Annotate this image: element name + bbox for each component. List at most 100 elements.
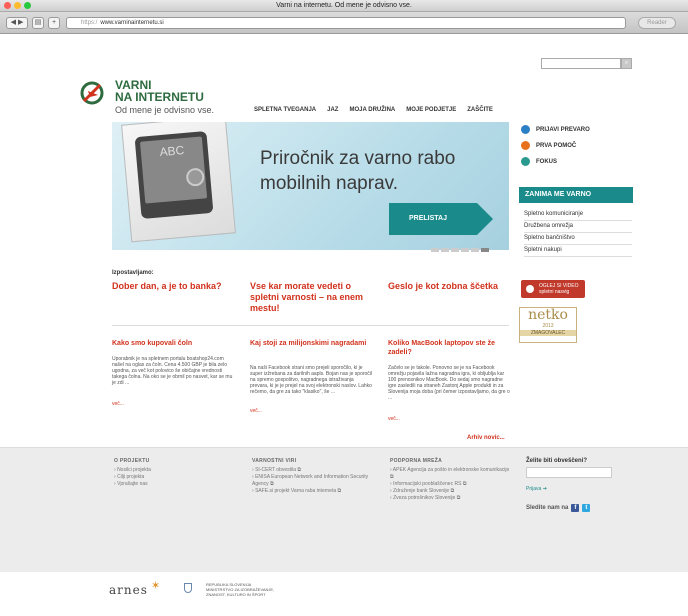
logo-icon[interactable] [80, 81, 108, 105]
article-title-3[interactable]: Koliko MacBook laptopov ste že zadeli? [388, 339, 510, 357]
divider [112, 325, 509, 326]
window-titlebar: Varni na internetu. Od mene je odvisno v… [0, 0, 688, 12]
logo-title-line2: NA INTERNETU [115, 90, 204, 104]
follow-us: Sledite nam na f t [526, 504, 616, 512]
slider-dot[interactable] [471, 248, 479, 252]
article-body-2: Na naši Facebook strani smo prejeli spor… [250, 365, 373, 395]
nav-item-moja-druzina[interactable]: MOJA DRUŽINA [349, 107, 395, 113]
reader-button[interactable]: Reader [638, 17, 676, 29]
footer-link[interactable]: › APEK Agencija za pošto in elektronske … [390, 467, 514, 481]
ministry-logo[interactable]: REPUBLIKA SLOVENIJA MINISTRSTVO ZA IZOBR… [206, 582, 276, 597]
news-archive-link[interactable]: Arhiv novic... [467, 435, 505, 441]
address-bar[interactable]: https:/www.varninainternetu.si [66, 17, 626, 29]
hero-headline: Priročnik za varno rabo mobilnih naprav. [260, 148, 456, 194]
partners-bar: arnes ✶ REPUBLIKA SLOVENIJA MINISTRSTVO … [0, 573, 688, 616]
slider-dots [431, 248, 489, 252]
article-body-3: Začelo se je takole. Ponovno se je na Fa… [388, 365, 510, 401]
close-window-button[interactable] [4, 2, 11, 9]
plus-icon [521, 141, 530, 150]
footer-link[interactable]: › Informacijski pooblaščenec RS ⧉ [390, 481, 514, 488]
footer-col-project: O PROJEKTU › Nosilci projekta › Cilji pr… [114, 458, 224, 488]
lock-icon [521, 125, 530, 134]
main-nav: SPLETNA TVEGANJA JAZ MOJA DRUŽINA MOJE P… [254, 107, 493, 113]
footer-link[interactable]: › Nosilci projekta [114, 467, 224, 474]
search-button[interactable]: ⌕ [621, 58, 632, 69]
video-label-2: spletni nasvig [539, 289, 570, 295]
nav-item-moje-podjetje[interactable]: MOJE PODJETJE [406, 107, 456, 113]
hero-browse-button[interactable]: PRELISTAJ [389, 203, 493, 235]
footer-col-heading: VARNOSTNI VIRI [252, 458, 297, 464]
window-title: Varni na internetu. Od mene je odvisno v… [276, 2, 412, 9]
netko-winner: ZMAGOVALEC [520, 330, 576, 336]
side-link-first-aid[interactable]: PRVA POMOČ [521, 141, 576, 150]
interest-heading: ZANIMA ME VARNO [519, 187, 633, 203]
footer-col-sources: VARNOSTNI VIRI › SI-CERT obvestila ⧉ › E… [252, 458, 372, 495]
search-input[interactable] [541, 58, 621, 69]
netko-award-badge[interactable]: netko 2013 ZMAGOVALEC [519, 307, 577, 343]
newsletter-signup-link[interactable]: Prijava ➔ [526, 486, 616, 492]
article-more-2[interactable]: več... [250, 408, 262, 414]
url-text: www.varninainternetu.si [100, 20, 164, 26]
side-link-label: PRIJAVI PREVARO [536, 126, 590, 133]
footer-link[interactable]: › Združenje bank Slovenije ⧉ [390, 488, 514, 495]
bookmarks-icon[interactable]: ▤ [32, 17, 44, 29]
newsletter-box: Želite biti obveščeni? Prijava ➔ Sledite… [526, 458, 616, 512]
nav-item-zascite[interactable]: ZAŠČITE [467, 107, 493, 113]
featured-link-1[interactable]: Dober dan, a je to banka? [112, 281, 234, 292]
arnes-logo[interactable]: arnes [109, 583, 148, 597]
footer-col-heading: O PROJEKTU [114, 458, 150, 464]
footer-link[interactable]: › ENISA European Network and Information… [252, 474, 372, 488]
logo-tagline: Od mene je odvisno vse. [115, 105, 215, 115]
footer-link[interactable]: › Vprašajte nas [114, 481, 224, 488]
article-more-3[interactable]: več... [388, 416, 400, 422]
url-prefix: https:/ [81, 20, 98, 26]
article-body-1: Uporabnik je na spletnem portalu boatsho… [112, 356, 233, 386]
nav-item-spletna-tveganja[interactable]: SPLETNA TVEGANJA [254, 107, 316, 113]
footer-link[interactable]: › SI-CERT obvestila ⧉ [252, 467, 372, 474]
arrow-right-icon: ➔ [542, 486, 547, 492]
slider-dot[interactable] [481, 248, 489, 252]
slider-dot[interactable] [461, 248, 469, 252]
interest-item[interactable]: Družbena omrežja [524, 221, 632, 233]
featured-link-2[interactable]: Vse kar morate vedeti o spletni varnosti… [250, 281, 372, 314]
slovenia-crest-icon [184, 583, 192, 593]
side-link-label: FOKUS [536, 158, 557, 165]
footer-link[interactable]: › Cilji projekta [114, 474, 224, 481]
side-link-label: PRVA POMOČ [536, 142, 577, 149]
article-title-1[interactable]: Kako smo kupovali čoln [112, 339, 234, 348]
facebook-icon[interactable]: f [571, 504, 580, 512]
interest-item[interactable]: Spletni nakupi [524, 245, 632, 257]
back-forward-buttons[interactable]: ◀ ▶ [6, 17, 28, 29]
slider-dot[interactable] [431, 248, 439, 252]
nav-item-jaz[interactable]: JAZ [327, 107, 338, 113]
search-icon: ⌕ [624, 60, 629, 66]
phone-illustration: ABC [134, 131, 214, 219]
twitter-icon[interactable]: t [582, 504, 591, 512]
footer-col-network: PODPORNA MREŽA › APEK Agencija za pošto … [390, 458, 514, 502]
footer: O PROJEKTU › Nosilci projekta › Cilji pr… [0, 447, 688, 572]
newsletter-title: Želite biti obveščeni? [526, 458, 588, 464]
footer-col-heading: PODPORNA MREŽA [390, 458, 443, 464]
interest-item[interactable]: Spletno komuniciranje [524, 209, 632, 221]
add-bookmark-icon[interactable]: + [48, 17, 60, 29]
footer-link[interactable]: › SAFE.si projekt Varna raba interneta ⧉ [252, 488, 372, 495]
slider-dot[interactable] [441, 248, 449, 252]
slider-dot[interactable] [451, 248, 459, 252]
side-link-report-fraud[interactable]: PRIJAVI PREVARO [521, 125, 590, 134]
article-more-1[interactable]: več... [112, 401, 124, 407]
interest-item[interactable]: Spletno bančništvo [524, 233, 632, 245]
video-tips-button[interactable]: OGLEJ SI VIDEO spletni nasvig [521, 280, 585, 298]
follow-label: Sledite nam na [526, 505, 569, 511]
focus-icon [521, 157, 530, 166]
article-title-2[interactable]: Kaj stoji za milijonskimi nagradami [250, 339, 372, 348]
side-link-focus[interactable]: FOKUS [521, 157, 557, 166]
netko-name: netko [528, 307, 568, 323]
footer-link[interactable]: › Zveza potrošnikov Slovenije ⧉ [390, 495, 514, 502]
zoom-window-button[interactable] [24, 2, 31, 9]
browser-toolbar: ◀ ▶ ▤ + https:/www.varninainternetu.si R… [0, 12, 688, 34]
newsletter-email-input[interactable] [526, 467, 612, 478]
featured-link-3[interactable]: Geslo je kot zobna ščetka [388, 281, 510, 292]
web-page: ⌕ VARNI NA INTERNETU Od mene je odvisno … [0, 35, 688, 616]
minimize-window-button[interactable] [14, 2, 21, 9]
featured-heading: Izpostavljamo: [112, 270, 154, 276]
